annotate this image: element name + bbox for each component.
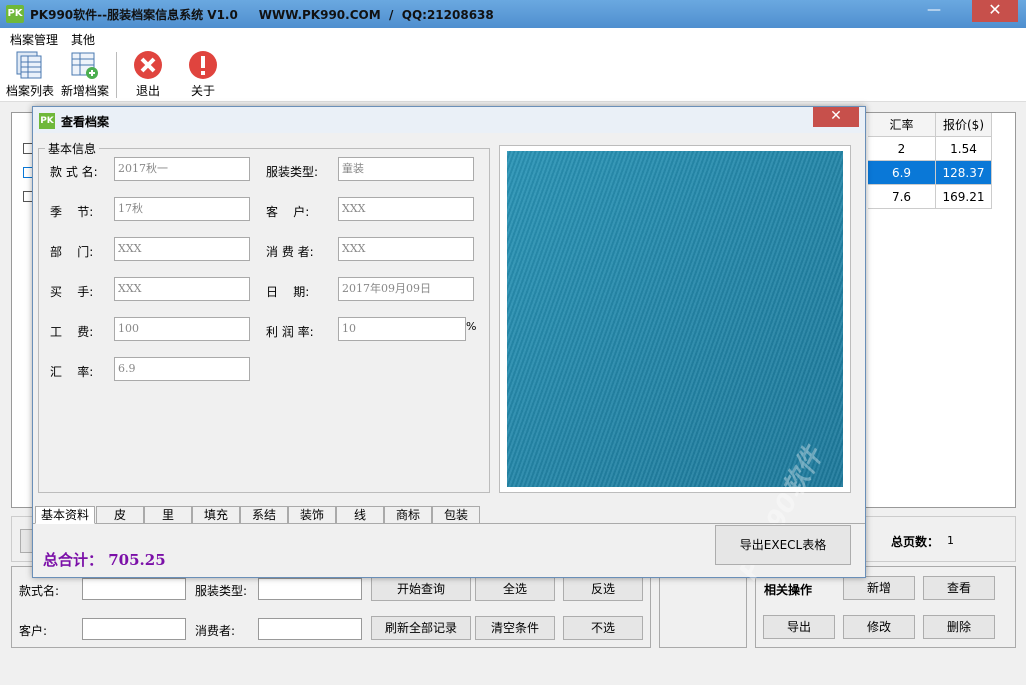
profit-rate-label: 利 润 率: bbox=[266, 325, 314, 339]
tab-leather[interactable]: 皮 bbox=[96, 506, 144, 524]
view-archive-dialog: PK 查看档案 ✕ 基本信息 款 式 名: 2017秋一 季 节: 17秋 部 … bbox=[32, 106, 866, 585]
date-field[interactable]: 2017年09月09日 bbox=[338, 277, 474, 301]
operations-title: 相关操作 bbox=[764, 583, 813, 597]
customer-field[interactable]: XXX bbox=[338, 197, 474, 221]
column-header-rate[interactable]: 汇率 bbox=[868, 113, 936, 137]
dialog-close-button[interactable]: ✕ bbox=[813, 107, 859, 127]
start-query-button[interactable]: 开始查询 bbox=[371, 577, 471, 601]
style-name-label: 款 式 名: bbox=[50, 165, 98, 179]
cell-rate: 7.6 bbox=[868, 185, 936, 209]
customer-input[interactable] bbox=[82, 618, 186, 640]
garment-type-label: 服装类型: bbox=[266, 165, 319, 179]
consumer-label: 消 费 者: bbox=[266, 245, 314, 259]
consumer-field[interactable]: XXX bbox=[338, 237, 474, 261]
labor-cost-label: 工 费: bbox=[50, 325, 94, 339]
middle-panel bbox=[659, 566, 747, 648]
tab-fastening[interactable]: 系结 bbox=[240, 506, 288, 524]
deselect-button[interactable]: 不选 bbox=[563, 616, 643, 640]
window-title: PK990软件--服装档案信息系统 V1.0 WWW.PK990.COM / Q… bbox=[30, 8, 494, 22]
garment-type-field[interactable]: 童装 bbox=[338, 157, 474, 181]
exit-label: 退出 bbox=[135, 84, 160, 98]
consumer-label: 消费者: bbox=[195, 624, 236, 638]
add-record-icon bbox=[71, 52, 98, 79]
menu-bar: 档案管理 其他 bbox=[0, 28, 1026, 48]
garment-image: PK990软件 bbox=[507, 151, 843, 585]
app-icon: PK bbox=[6, 5, 24, 23]
about-label: 关于 bbox=[190, 84, 215, 98]
export-excel-button[interactable]: 导出EXECL表格 bbox=[715, 525, 851, 565]
total-value: 705.25 bbox=[108, 551, 166, 569]
exchange-rate-label: 汇 率: bbox=[50, 365, 94, 379]
garment-type-label: 服装类型: bbox=[195, 584, 248, 598]
department-field[interactable]: XXX bbox=[114, 237, 250, 261]
dialog-app-icon: PK bbox=[39, 113, 55, 129]
consumer-input[interactable] bbox=[258, 618, 362, 640]
tab-label[interactable]: 商标 bbox=[384, 506, 432, 524]
style-name-label: 款式名: bbox=[19, 584, 60, 598]
buyer-label: 买 手: bbox=[50, 285, 94, 299]
column-header-price[interactable]: 报价($) bbox=[936, 113, 992, 137]
toolbar-separator bbox=[116, 52, 117, 98]
buyer-field[interactable]: XXX bbox=[114, 277, 250, 301]
archive-list-label: 档案列表 bbox=[5, 84, 54, 98]
labor-cost-field[interactable]: 100 bbox=[114, 317, 250, 341]
total-pages-value: 1 bbox=[947, 534, 954, 547]
export-button[interactable]: 导出 bbox=[763, 615, 835, 639]
select-all-button[interactable]: 全选 bbox=[475, 577, 555, 601]
tab-filling[interactable]: 填充 bbox=[192, 506, 240, 524]
tab-thread[interactable]: 线 bbox=[336, 506, 384, 524]
cell-price: 128.37 bbox=[936, 161, 992, 185]
tab-decoration[interactable]: 装饰 bbox=[288, 506, 336, 524]
tab-basic[interactable]: 基本资料 bbox=[35, 506, 95, 524]
cell-rate: 6.9 bbox=[868, 161, 936, 185]
edit-button[interactable]: 修改 bbox=[843, 615, 915, 639]
add-archive-label: 新增档案 bbox=[60, 84, 109, 98]
garment-type-input[interactable] bbox=[258, 578, 362, 600]
tab-packaging[interactable]: 包装 bbox=[432, 506, 480, 524]
total-label: 总合计： bbox=[43, 551, 104, 569]
list-icon bbox=[16, 51, 42, 79]
view-button[interactable]: 查看 bbox=[923, 576, 995, 600]
total-pages-label: 总页数： bbox=[891, 535, 940, 549]
cell-price: 1.54 bbox=[936, 137, 992, 161]
customer-label: 客 户: bbox=[266, 205, 310, 219]
search-panel: 款式名: 服装类型: 开始查询 全选 反选 客户: 消费者: 刷新全部记录 清空… bbox=[11, 566, 651, 648]
clear-conditions-button[interactable]: 清空条件 bbox=[475, 616, 555, 640]
close-button[interactable]: ✕ bbox=[972, 0, 1018, 22]
customer-label: 客户: bbox=[19, 624, 48, 638]
cell-rate: 2 bbox=[868, 137, 936, 161]
dialog-title: 查看档案 bbox=[61, 115, 110, 129]
about-button[interactable]: 关于 bbox=[183, 48, 223, 100]
department-label: 部 门: bbox=[50, 245, 94, 259]
exit-button[interactable]: 退出 bbox=[128, 48, 168, 100]
exit-icon bbox=[134, 51, 162, 79]
style-name-field[interactable]: 2017秋一 bbox=[114, 157, 250, 181]
invert-selection-button[interactable]: 反选 bbox=[563, 577, 643, 601]
date-label: 日 期: bbox=[266, 285, 310, 299]
dialog-title-bar bbox=[33, 107, 865, 133]
profit-rate-field[interactable]: 10 bbox=[338, 317, 466, 341]
toolbar: 档案列表 新增档案 退出 关于 bbox=[0, 48, 1026, 102]
operations-panel: 相关操作 新增 查看 导出 修改 删除 bbox=[755, 566, 1016, 648]
percent-unit: % bbox=[466, 320, 477, 333]
style-name-input[interactable] bbox=[82, 578, 186, 600]
minimize-button[interactable]: — bbox=[912, 0, 956, 22]
garment-image-frame: PK990软件 bbox=[499, 145, 851, 585]
about-icon bbox=[189, 51, 217, 79]
exchange-rate-field[interactable]: 6.9 bbox=[114, 357, 250, 381]
menu-other[interactable]: 其他 bbox=[71, 31, 95, 48]
archive-list-button[interactable]: 档案列表 bbox=[4, 48, 56, 100]
add-button[interactable]: 新增 bbox=[843, 576, 915, 600]
refresh-all-button[interactable]: 刷新全部记录 bbox=[371, 616, 471, 640]
tab-lining[interactable]: 里 bbox=[144, 506, 192, 524]
total-amount: 总合计： 705.25 bbox=[43, 549, 166, 570]
season-label: 季 节: bbox=[50, 205, 94, 219]
basic-info-legend: 基本信息 bbox=[45, 140, 100, 157]
delete-button[interactable]: 删除 bbox=[923, 615, 995, 639]
cell-price: 169.21 bbox=[936, 185, 992, 209]
add-archive-button[interactable]: 新增档案 bbox=[58, 48, 112, 100]
season-field[interactable]: 17秋 bbox=[114, 197, 250, 221]
menu-archive[interactable]: 档案管理 bbox=[10, 31, 58, 48]
